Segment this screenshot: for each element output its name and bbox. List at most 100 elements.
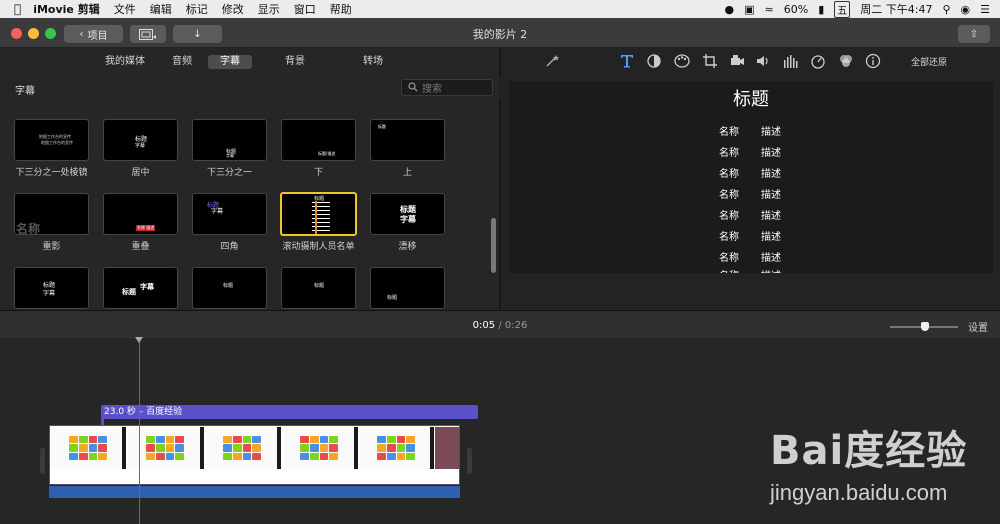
credits-row: 名称 描述 (719, 228, 781, 243)
volume-icon[interactable] (755, 53, 771, 69)
equalizer-icon[interactable] (783, 53, 799, 69)
crop-icon[interactable] (702, 53, 718, 69)
tab-backgrounds[interactable]: 背景 (278, 55, 312, 69)
clip-transition-marker[interactable] (122, 427, 126, 469)
frame-content (300, 436, 338, 460)
info-icon[interactable] (865, 53, 881, 69)
notification-center-icon[interactable]: ☰ (980, 3, 990, 16)
title-thumbnail-four-corners[interactable]: 标题 字幕 (192, 193, 267, 235)
title-thumbnail-centered[interactable]: 标题 字幕 (103, 119, 178, 161)
zoom-slider-knob[interactable] (921, 322, 929, 331)
credits-description: 描述 (761, 267, 781, 273)
browser-scrollbar[interactable] (491, 218, 496, 273)
thumbnail-label: 滚动摄制人员名单 (282, 242, 355, 252)
menu-view[interactable]: 显示 (258, 1, 280, 17)
playhead[interactable] (139, 338, 140, 524)
clip-transition-marker[interactable] (277, 427, 281, 469)
input-method-badge[interactable]: 五 (834, 0, 851, 18)
credits-name: 名称 (719, 169, 739, 180)
time-separator: / (498, 320, 502, 331)
frame-content (223, 436, 261, 460)
thumb-preview-text: 标题 (223, 283, 234, 289)
playhead-marker[interactable] (135, 337, 143, 343)
app-menu[interactable]: iMovie 剪辑 (33, 1, 100, 17)
spotlight-icon[interactable]: ⚲ (942, 3, 950, 16)
title-clip[interactable]: 23.0 秒 – 百度经验 (101, 405, 478, 419)
title-thumbnail-overlap[interactable]: 名称 描述 (103, 193, 178, 235)
search-input[interactable]: 搜索 (401, 79, 493, 96)
clip-transition-marker[interactable] (430, 427, 434, 469)
credits-name: 名称 (719, 232, 739, 243)
title-thumbnail-scrolling-credits[interactable]: 标题 (280, 192, 357, 236)
magic-wand-icon[interactable] (544, 53, 560, 69)
window-title: 我的影片 2 (472, 28, 528, 41)
stabilization-camera-icon[interactable] (729, 53, 745, 69)
title-thumbnail[interactable]: 标题 (370, 267, 445, 309)
menu-file[interactable]: 文件 (114, 1, 136, 17)
title-thumbnail-lower[interactable]: 标题/描述 (281, 119, 356, 161)
menu-modify[interactable]: 修改 (222, 1, 244, 17)
menu-window[interactable]: 窗口 (294, 1, 316, 17)
thumb-preview-text: 字幕 (135, 143, 146, 149)
tab-transitions[interactable]: 转场 (356, 55, 390, 69)
tab-titles[interactable]: 字幕 (208, 55, 252, 69)
thumb-preview-text: 字幕 (211, 208, 224, 215)
viewer-pane: 全部还原 标题 名称 描述 名称 描述 名称 描述 名称 描述 名称 描述 名称 描述 名称… (501, 48, 1000, 310)
search-icon (408, 82, 418, 92)
apple-menu-icon[interactable]:  (14, 2, 21, 16)
title-thumbnail[interactable]: 标题 (192, 267, 267, 309)
credits-description: 描述 (761, 127, 781, 138)
credits-preview-accent (315, 201, 317, 234)
airplay-icon[interactable]: ▣ (744, 3, 754, 16)
thumbnail-label: 重叠 (131, 242, 150, 252)
timecode-display: 0:05 / 0:26 (0, 320, 1000, 331)
thumbnail-label: 漂移 (398, 242, 417, 252)
clip-trim-handle-right[interactable] (467, 448, 472, 474)
watermark-url: jingyan.baidu.com (770, 480, 948, 505)
speed-gauge-icon[interactable] (810, 53, 826, 69)
credits-name: 名称 (719, 148, 739, 159)
title-thumbnail-lower-third-prism[interactable]: 地图工作台的宣传 地图工作台的宣传 (14, 119, 89, 161)
menu-edit[interactable]: 编辑 (150, 1, 172, 17)
media-browser: 我的媒体 音频 字幕 背景 转场 字幕 搜索 地图工作台的宣传 地图工作台的宣传… (0, 48, 500, 310)
battery-icon[interactable]: ▮ (818, 3, 824, 16)
menu-help[interactable]: 帮助 (330, 1, 352, 17)
clip-filter-icon[interactable] (838, 53, 854, 69)
audio-waveform-bar[interactable] (49, 486, 460, 498)
color-balance-icon[interactable] (646, 53, 662, 69)
title-thumbnail[interactable]: 标题 字幕 (103, 267, 178, 309)
video-clip[interactable] (49, 425, 460, 485)
title-thumbnail[interactable]: 标题 字幕 (14, 267, 89, 309)
credits-description: 描述 (761, 148, 781, 159)
clip-transition-marker[interactable] (354, 427, 358, 469)
share-button[interactable]: ⇧ (958, 25, 990, 43)
timeline-settings-button[interactable]: 设置 (968, 319, 988, 334)
qq-icon[interactable]: ● (725, 3, 735, 16)
text-title-icon[interactable] (619, 53, 635, 69)
thumb-preview-text: 字幕 (400, 215, 416, 224)
title-thumbnail[interactable]: 标题 (281, 267, 356, 309)
wifi-icon[interactable]: ≈ (765, 3, 774, 16)
thumbnail-label: 下三分之一处棱镜 (15, 168, 88, 178)
video-viewer[interactable]: 标题 名称描述 名称描述 名称描述 名称描述 名称描述 名称描述 名称描述 名称… (509, 81, 993, 273)
clip-frame (282, 427, 356, 469)
clip-transition-marker[interactable] (200, 427, 204, 469)
siri-icon[interactable]: ◉ (961, 3, 971, 16)
clip-frame (435, 427, 459, 469)
title-thumbnail-drift[interactable]: 标题 字幕 (370, 193, 445, 235)
window-toolbar: ‹ 项目 ↓ 我的影片 2 ⇧ (0, 18, 1000, 48)
thumbnail-label: 居中 (131, 168, 150, 178)
menu-clock[interactable]: 周二 下午4:47 (860, 1, 932, 17)
title-thumbnail-upper[interactable]: 标题 (370, 119, 445, 161)
tab-my-media[interactable]: 我的媒体 (100, 55, 150, 69)
menu-mark[interactable]: 标记 (186, 1, 208, 17)
thumb-preview-text: 名称 (16, 222, 41, 235)
color-correction-palette-icon[interactable] (674, 53, 690, 69)
battery-percent[interactable]: 60% (784, 3, 808, 16)
reset-all-button[interactable]: 全部还原 (911, 55, 947, 68)
title-thumbnail-echo[interactable]: 名称 (14, 193, 89, 235)
tab-audio[interactable]: 音频 (165, 55, 199, 69)
frame-content (377, 436, 415, 460)
title-thumbnail-lower-third[interactable]: 标题 字幕 (192, 119, 267, 161)
clip-trim-handle-left[interactable] (40, 448, 45, 474)
